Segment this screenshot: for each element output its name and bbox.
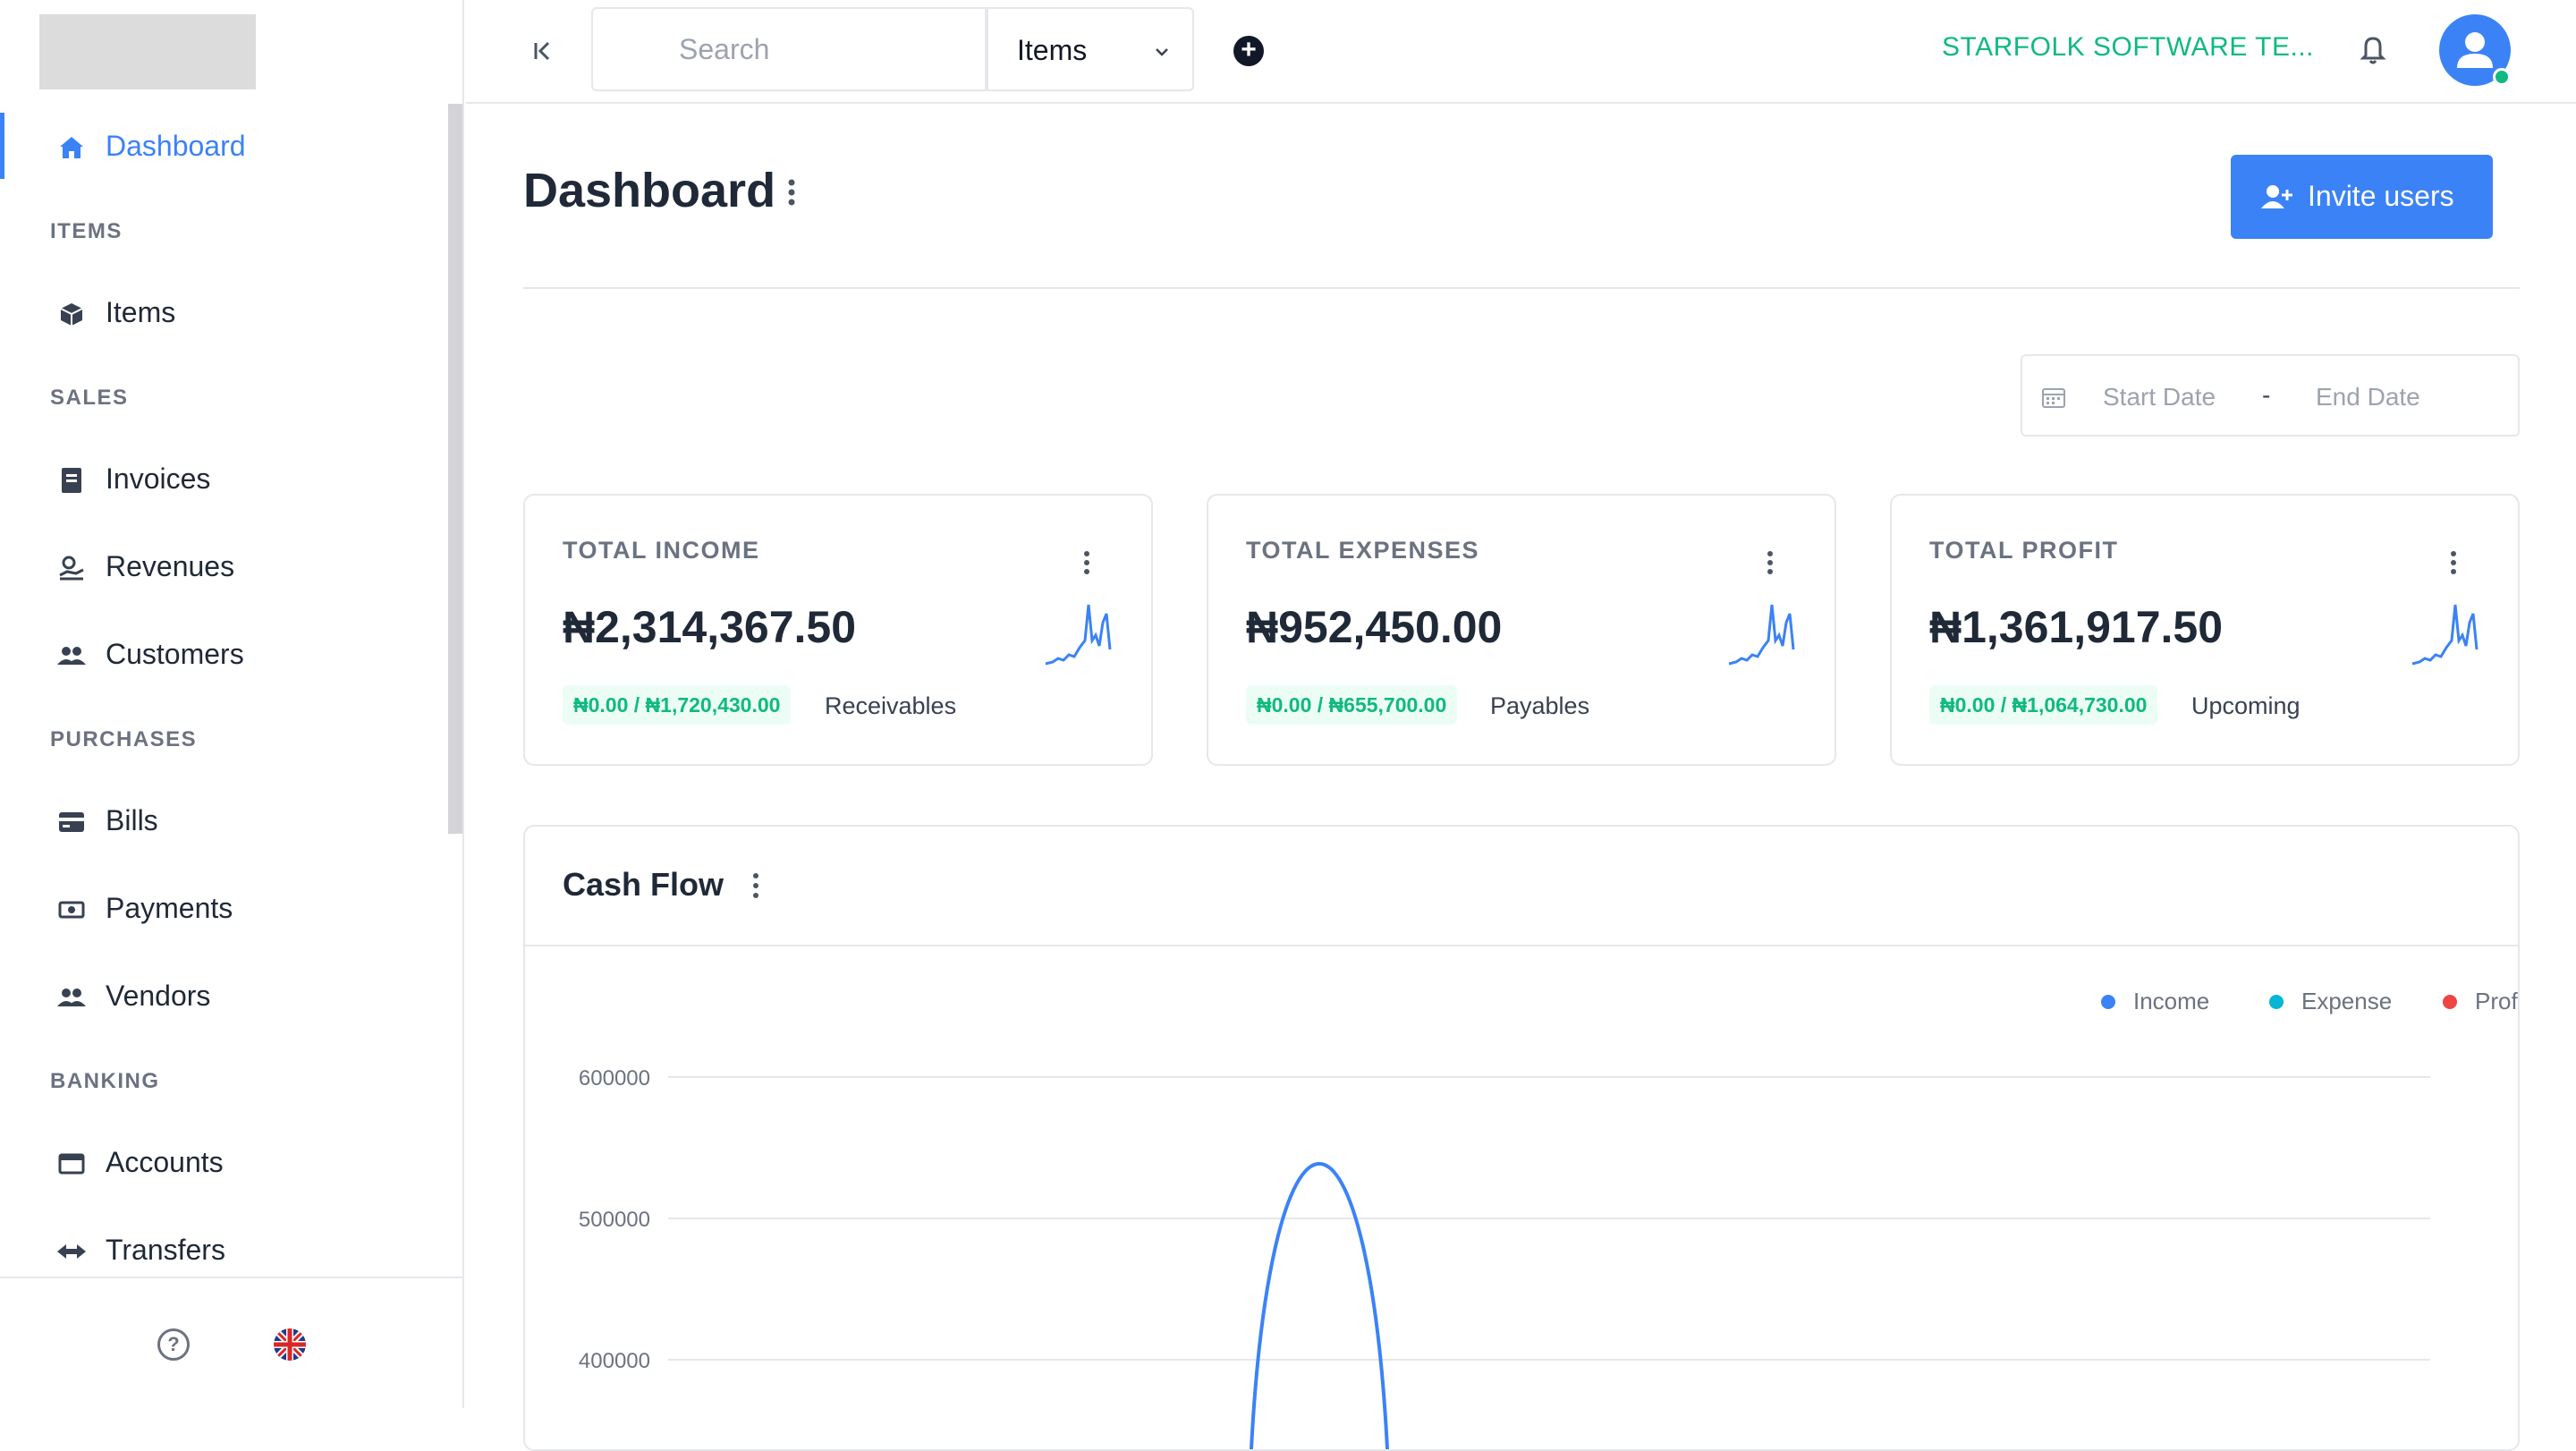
money-icon (57, 897, 86, 922)
sidebar-item-label: Bills (106, 803, 158, 836)
hand-coin-icon (57, 556, 86, 581)
sidebar-item-label: Payments (106, 891, 233, 924)
y-tick-label: 500000 (579, 1208, 650, 1232)
kpi-badge: ₦0.00 / ₦1,720,430.00 (563, 685, 792, 725)
main-content: Dashboard Invite users Start Date - End … (466, 106, 2576, 1451)
company-logo[interactable] (39, 14, 256, 89)
more-vertical-icon[interactable] (1765, 549, 1775, 576)
section-label-banking: BANKING (50, 1069, 160, 1093)
receipt-icon (57, 468, 86, 493)
total-expenses-card: TOTAL EXPENSES ₦952,450.00 ₦0.00 / ₦655,… (1207, 494, 1836, 766)
sparkline-icon (2411, 596, 2486, 667)
sidebar-item-customers[interactable]: Customers (0, 621, 447, 687)
y-tick-label: 600000 (579, 1066, 650, 1090)
calendar-icon (2042, 386, 2065, 408)
sidebar-item-label: Transfers (106, 1233, 225, 1266)
date-range-picker[interactable]: Start Date - End Date (2021, 354, 2520, 437)
chevron-down-icon (1153, 43, 1171, 61)
kpi-title: TOTAL INCOME (563, 537, 760, 564)
kpi-value: ₦1,361,917.50 (1929, 602, 2224, 652)
total-income-card: TOTAL INCOME ₦2,314,367.50 ₦0.00 / ₦1,72… (523, 494, 1153, 766)
kpi-caption: Receivables (825, 692, 957, 719)
collapse-sidebar-icon[interactable] (527, 36, 557, 66)
sidebar-item-label: Invoices (106, 462, 211, 495)
invite-users-button[interactable]: Invite users (2231, 155, 2493, 239)
sidebar-item-invoices[interactable]: Invoices (0, 445, 447, 512)
kpi-value: ₦2,314,367.50 (563, 602, 857, 652)
sidebar-item-label: Revenues (106, 549, 235, 582)
cash-flow-chart: 600000 500000 400000 (579, 1066, 2430, 1449)
kpi-caption: Payables (1490, 692, 1590, 719)
sparkline-icon (1044, 596, 1119, 667)
user-plus-icon (2261, 183, 2293, 210)
start-date-input[interactable]: Start Date (2103, 383, 2216, 412)
more-vertical-icon[interactable] (1081, 549, 1092, 576)
sidebar-item-label: Customers (106, 637, 244, 670)
y-tick-label: 400000 (579, 1349, 650, 1373)
company-switcher[interactable]: STARFOLK SOFTWARE TE... (1942, 32, 2314, 63)
sidebar-item-bills[interactable]: Bills (0, 787, 447, 853)
search-scope-select[interactable]: Items (987, 7, 1194, 91)
add-new-icon[interactable]: + (1233, 36, 1264, 66)
sidebar: Dashboard ITEMS Items SALES Invoices Rev… (0, 0, 464, 1408)
sidebar-item-label: Vendors (106, 979, 211, 1012)
sidebar-scrollbar[interactable] (448, 104, 462, 834)
section-label-sales: SALES (50, 386, 129, 410)
kpi-caption: Upcoming (2191, 692, 2301, 719)
kpi-badge: ₦0.00 / ₦1,064,730.00 (1929, 685, 2158, 725)
page-title: Dashboard (523, 164, 776, 217)
divider (523, 287, 2520, 289)
sidebar-item-label: Accounts (106, 1145, 224, 1178)
section-label-items: ITEMS (50, 219, 123, 243)
kpi-badge: ₦0.00 / ₦655,700.00 (1246, 685, 1458, 725)
kpi-value: ₦952,450.00 (1246, 602, 1503, 652)
uk-flag-icon[interactable] (274, 1328, 306, 1361)
sidebar-item-transfers[interactable]: Transfers (0, 1217, 447, 1275)
home-icon (57, 135, 86, 160)
arrows-icon (57, 1239, 86, 1264)
kpi-title: TOTAL PROFIT (1929, 537, 2119, 564)
sidebar-nav: Dashboard ITEMS Items SALES Invoices Rev… (0, 103, 447, 1275)
sidebar-item-label: Dashboard (106, 129, 246, 162)
sidebar-item-items[interactable]: Items (0, 279, 447, 345)
sparkline-icon (1727, 596, 1802, 667)
sidebar-item-vendors[interactable]: Vendors (0, 963, 447, 1029)
more-vertical-icon[interactable] (784, 177, 799, 208)
search-input[interactable] (593, 9, 985, 89)
section-label-purchases: PURCHASES (50, 727, 198, 751)
bell-icon[interactable] (2357, 32, 2389, 66)
sidebar-footer: ? (0, 1277, 464, 1408)
top-bar: Items + STARFOLK SOFTWARE TE... (466, 0, 2576, 104)
end-date-input[interactable]: End Date (2316, 383, 2420, 412)
more-vertical-icon[interactable] (2448, 549, 2459, 576)
card-icon (57, 810, 86, 835)
sidebar-item-dashboard[interactable]: Dashboard (0, 113, 447, 179)
search-scope-value: Items (1017, 34, 1088, 66)
sidebar-item-revenues[interactable]: Revenues (0, 533, 447, 599)
sidebar-item-accounts[interactable]: Accounts (0, 1129, 447, 1195)
sidebar-item-payments[interactable]: Payments (0, 875, 447, 941)
kpi-title: TOTAL EXPENSES (1246, 537, 1480, 564)
online-status-badge (2493, 68, 2511, 86)
users-icon (57, 985, 86, 1010)
cube-icon (57, 301, 86, 327)
invite-users-label: Invite users (2308, 180, 2454, 212)
wallet-icon (57, 1151, 86, 1176)
users-icon (57, 643, 86, 668)
sidebar-item-label: Items (106, 295, 176, 328)
date-separator: - (2262, 381, 2271, 409)
more-vertical-icon[interactable] (750, 871, 761, 900)
search-box (591, 7, 987, 91)
help-icon[interactable]: ? (157, 1328, 190, 1361)
cash-flow-card: Cash Flow Income Expense Profit 60000050… (523, 825, 2520, 1451)
total-profit-card: TOTAL PROFIT ₦1,361,917.50 ₦0.00 / ₦1,06… (1890, 494, 2520, 766)
cash-flow-title: Cash Flow (563, 866, 724, 903)
